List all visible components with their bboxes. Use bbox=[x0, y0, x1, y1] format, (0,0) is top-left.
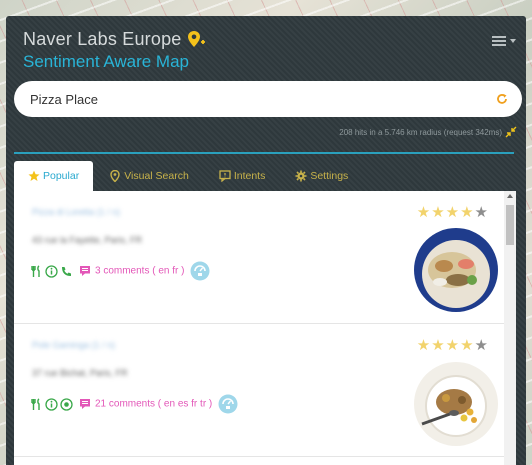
star-icon: ★ bbox=[431, 204, 445, 221]
search-input[interactable] bbox=[30, 91, 496, 107]
star-icon: ★ bbox=[460, 204, 474, 221]
refresh-icon[interactable] bbox=[496, 93, 508, 105]
food-image bbox=[414, 228, 498, 312]
comment-icon bbox=[80, 399, 90, 409]
place-name[interactable]: Pole Gaminga (1 / n) bbox=[32, 340, 115, 350]
place-address: 37 rue Bichat, Paris, FR bbox=[32, 368, 128, 378]
star-icon: ★ bbox=[431, 337, 445, 354]
star-icon: ★ bbox=[416, 204, 431, 221]
hamburger-icon bbox=[492, 34, 506, 48]
scroll-thumb[interactable] bbox=[506, 205, 514, 245]
comments-link[interactable]: 3 comments ( en fr ) bbox=[79, 265, 184, 277]
comment-icon bbox=[80, 266, 90, 276]
feature-icons: 3 comments ( en fr ) bbox=[30, 261, 210, 281]
tab-popular[interactable]: Popular bbox=[14, 161, 94, 191]
euro-icon bbox=[60, 397, 73, 411]
comments-link[interactable]: 21 comments ( en es fr tr ) bbox=[79, 398, 212, 410]
phone-icon bbox=[62, 266, 71, 276]
fork-knife-icon bbox=[31, 264, 40, 277]
collapse-icon[interactable] bbox=[505, 126, 517, 138]
caret-down-icon bbox=[510, 39, 516, 43]
side-panel: Naver Labs Europe Sentiment Aware Map 20… bbox=[6, 16, 526, 465]
feature-icons: 21 comments ( en es fr tr ) bbox=[30, 394, 238, 414]
tab-intents[interactable]: Intents bbox=[197, 161, 274, 191]
info-icon bbox=[45, 264, 58, 278]
pin-icon bbox=[110, 170, 120, 182]
results-list: Pizza di Loretta (1 / n) 43 rue la Fayet… bbox=[14, 191, 516, 465]
food-image bbox=[414, 362, 498, 446]
rating-stars: ★ ★ ★ ★ ★ bbox=[416, 205, 488, 220]
menu-button[interactable] bbox=[492, 34, 516, 48]
star-empty-icon: ★ bbox=[474, 204, 488, 221]
sentiment-gauge-icon[interactable] bbox=[190, 261, 210, 281]
results-scrollbar[interactable] bbox=[504, 191, 516, 465]
star-icon: ★ bbox=[460, 337, 474, 354]
place-address: 43 rue la Fayette, Paris, FR bbox=[32, 235, 143, 245]
star-icon: ★ bbox=[416, 337, 431, 354]
tab-visual-search[interactable]: Visual Search bbox=[93, 161, 197, 191]
star-icon: ★ bbox=[445, 337, 460, 354]
sentiment-gauge-icon[interactable] bbox=[218, 394, 238, 414]
fork-knife-icon bbox=[31, 397, 40, 410]
tab-bar: Popular Visual Search Intents Settings bbox=[14, 161, 356, 191]
place-photo[interactable] bbox=[414, 362, 498, 446]
star-icon bbox=[28, 170, 40, 181]
search-bar bbox=[14, 81, 522, 117]
tab-settings[interactable]: Settings bbox=[273, 161, 356, 191]
pin-plus-icon bbox=[187, 30, 205, 47]
gear-icon bbox=[295, 170, 307, 182]
star-icon: ★ bbox=[445, 204, 460, 221]
list-item[interactable]: Pizza di Loretta (1 / n) 43 rue la Fayet… bbox=[14, 191, 516, 324]
message-icon bbox=[219, 170, 231, 182]
info-icon bbox=[45, 397, 58, 411]
star-empty-icon: ★ bbox=[474, 337, 488, 354]
header-divider bbox=[14, 152, 514, 154]
list-item[interactable]: Pole Gaminga (1 / n) 37 rue Bichat, Pari… bbox=[14, 324, 516, 457]
app-title: Naver Labs Europe bbox=[23, 29, 206, 50]
scroll-up-icon[interactable] bbox=[507, 194, 513, 198]
place-photo[interactable] bbox=[414, 228, 498, 312]
rating-stars: ★ ★ ★ ★ ★ bbox=[416, 338, 488, 353]
app-subtitle: Sentiment Aware Map bbox=[23, 52, 189, 71]
place-name[interactable]: Pizza di Loretta (1 / n) bbox=[32, 207, 120, 217]
hits-summary: 208 hits in a 5.746 km radius (request 3… bbox=[339, 128, 502, 137]
